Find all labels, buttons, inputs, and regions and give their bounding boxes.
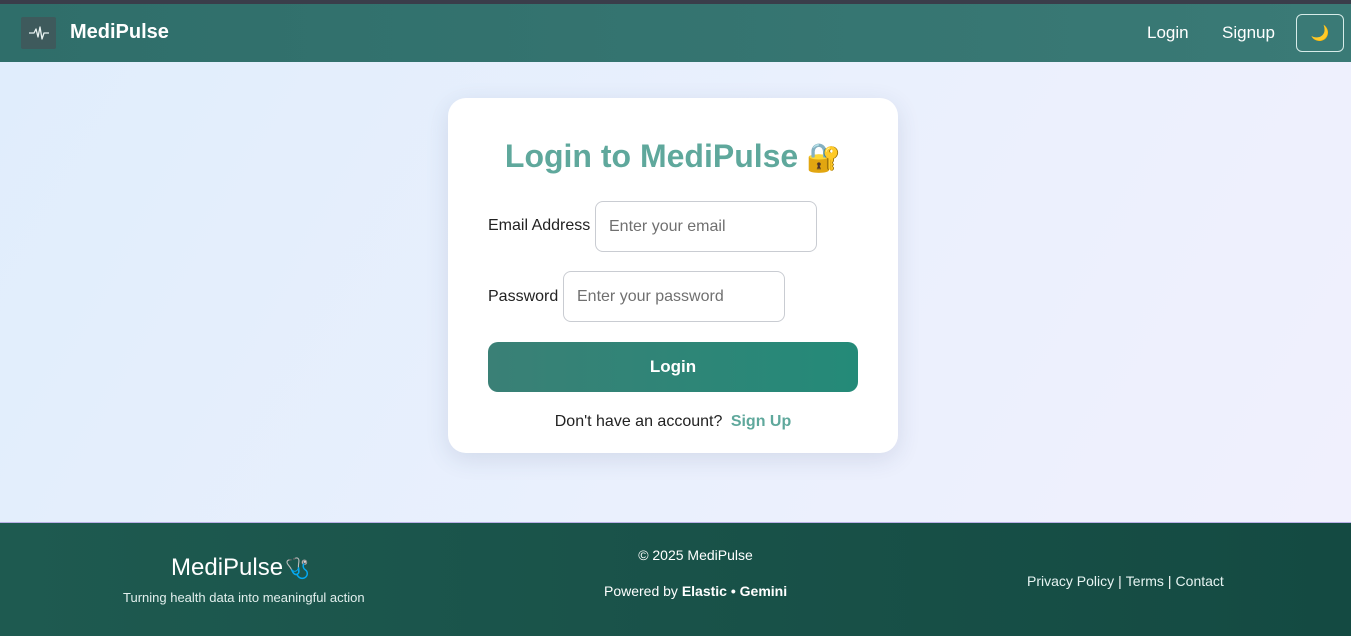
theme-toggle-button[interactable]: 🌙 (1296, 14, 1344, 52)
no-account-text: Don't have an account? (554, 413, 723, 430)
footer-links: Privacy Policy | Terms | Contact (1027, 573, 1224, 589)
powered-names: Elastic • Gemini (681, 583, 788, 599)
navbar: MediPulse Login Signup 🌙 (0, 4, 1351, 62)
email-input[interactable] (595, 201, 817, 252)
login-title-text: Login to MediPulse (504, 138, 799, 174)
footer-powered-by: Powered by Elastic • Gemini (604, 583, 787, 599)
footer-tagline: Turning health data into meaningful acti… (123, 590, 365, 605)
nav-signup-link[interactable]: Signup (1222, 23, 1275, 43)
signup-prompt: Don't have an account? Sign Up (448, 413, 898, 431)
logo[interactable] (21, 17, 56, 49)
nav-login-link[interactable]: Login (1147, 23, 1189, 43)
lock-icon: 🔐 (806, 142, 842, 173)
signup-link[interactable]: Sign Up (731, 413, 791, 430)
powered-prefix: Powered by (604, 583, 678, 599)
footer-copyright: © 2025 MediPulse (638, 547, 753, 563)
main-area: Login to MediPulse🔐 Email Address Passwo… (0, 62, 1351, 522)
footer: MediPulse 🩺 Turning health data into mean… (0, 522, 1351, 636)
heartbeat-icon (28, 26, 49, 40)
password-label: Password (488, 288, 559, 305)
link-separator: | (1167, 573, 1172, 589)
moon-icon: 🌙 (1310, 25, 1330, 42)
link-separator: | (1118, 573, 1122, 589)
privacy-policy-link[interactable]: Privacy Policy (1027, 573, 1114, 589)
contact-link[interactable]: Contact (1176, 573, 1224, 589)
login-button[interactable]: Login (488, 342, 858, 392)
password-input[interactable] (563, 271, 785, 322)
terms-link[interactable]: Terms (1126, 573, 1164, 589)
brand-name[interactable]: MediPulse (70, 21, 169, 44)
login-card: Login to MediPulse🔐 Email Address Passwo… (448, 98, 898, 453)
email-label: Email Address (488, 217, 591, 234)
login-title: Login to MediPulse 🔐 (448, 138, 898, 175)
